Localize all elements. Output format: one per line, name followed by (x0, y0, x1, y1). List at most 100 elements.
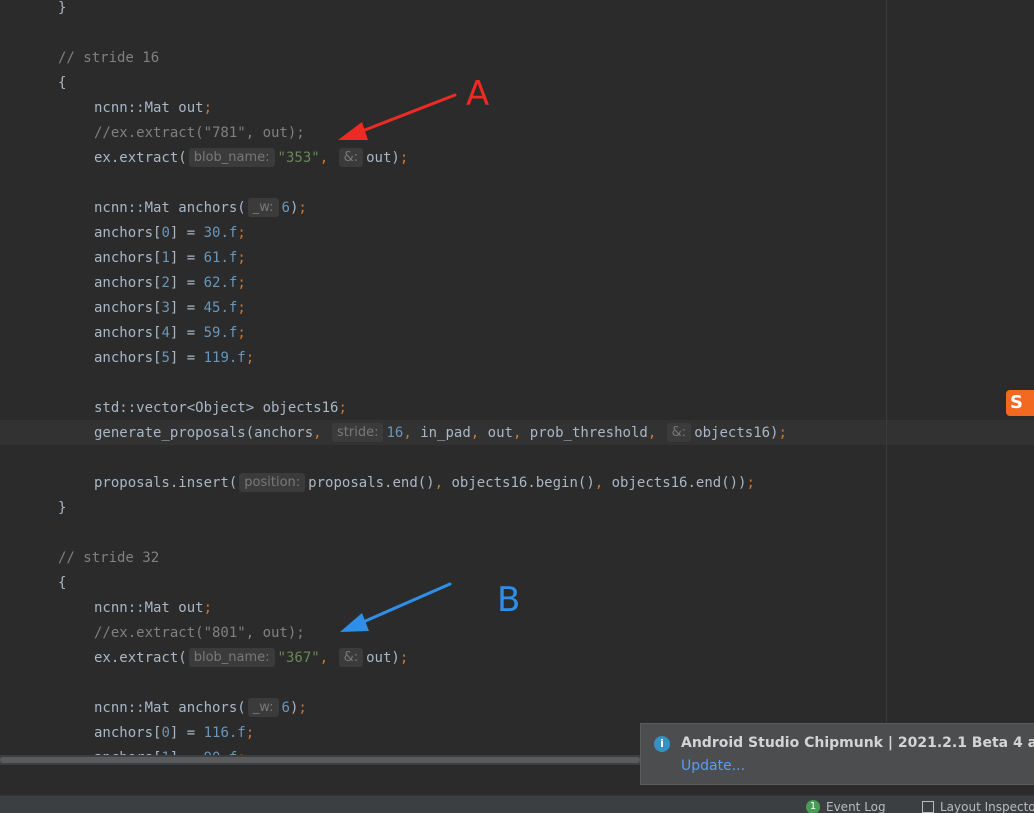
event-log-button[interactable]: 1 Event Log (806, 800, 886, 813)
parameter-hint: &: (338, 648, 364, 667)
code-token: 5 (161, 350, 170, 366)
notification-title: Android Studio Chipmunk | 2021.2.1 Beta … (681, 735, 1034, 751)
code-token: anchors[ (94, 725, 162, 741)
code-line[interactable]: generate_proposals(anchors, stride: 16, i… (94, 421, 787, 446)
code-line[interactable]: { (58, 71, 66, 96)
code-token: ncnn::Mat anchors( (94, 200, 246, 216)
code-token: //ex.extract("781", out); (94, 125, 305, 141)
code-token: ] = (169, 250, 204, 266)
code-token: anchors[ (94, 250, 162, 266)
code-token: 0 (161, 225, 170, 241)
code-token: , (434, 475, 452, 491)
code-token: ; (338, 400, 347, 416)
code-token: ] = (169, 225, 204, 241)
code-token: { (58, 575, 67, 591)
code-token: , (403, 425, 421, 441)
status-bar: 1 Event Log Layout Inspector (0, 795, 1034, 813)
code-token: 6 (281, 200, 290, 216)
code-token: ; (203, 100, 213, 116)
right-margin-guide (886, 0, 887, 755)
layout-inspector-label: Layout Inspector (940, 800, 1034, 813)
code-line[interactable]: //ex.extract("801", out); (94, 621, 305, 646)
code-line[interactable]: anchors[1] = 61.f; (94, 246, 246, 271)
code-token: , (512, 425, 530, 441)
code-token: out) (366, 150, 400, 166)
event-log-label: Event Log (826, 800, 886, 813)
code-token: ] = (169, 350, 204, 366)
code-token: "353" (277, 150, 320, 166)
info-icon: i (654, 736, 670, 752)
code-token: //ex.extract("801", out); (94, 625, 305, 641)
code-line[interactable]: // stride 32 (58, 546, 159, 571)
layout-inspector-button[interactable]: Layout Inspector (922, 800, 1034, 813)
annotation-label-a: A (466, 74, 490, 114)
code-token: { (58, 75, 67, 91)
code-line[interactable]: anchors[0] = 116.f; (94, 721, 254, 746)
code-line[interactable]: //ex.extract("781", out); (94, 121, 305, 146)
arrow-b (352, 582, 452, 628)
parameter-hint: _w: (247, 198, 279, 217)
code-token: ] = (169, 725, 204, 741)
code-line[interactable]: ncnn::Mat anchors(_w: 6); (94, 696, 307, 721)
code-line[interactable]: std::vector<Object> objects16; (94, 396, 347, 421)
code-token: prob_threshold (529, 425, 648, 441)
code-token: ; (237, 300, 246, 316)
code-token: , (319, 650, 337, 666)
arrow-a-head (338, 122, 368, 140)
code-token: 116.f (203, 725, 246, 741)
ime-sogou-icon[interactable]: S (1006, 390, 1034, 416)
code-token: ; (298, 200, 307, 216)
code-line[interactable]: anchors[5] = 119.f; (94, 346, 254, 371)
code-token: 45.f (203, 300, 238, 316)
code-token: , (470, 425, 488, 441)
code-token: ncnn::Mat out (94, 600, 204, 616)
code-token: ex.extract( (94, 150, 187, 166)
code-token: , (313, 425, 331, 441)
code-token: anchors[ (94, 225, 162, 241)
code-token: ] = (169, 325, 204, 341)
update-link[interactable]: Update... (681, 758, 745, 774)
code-token: ; (203, 600, 213, 616)
code-token: } (58, 0, 67, 16)
parameter-hint: &: (666, 423, 692, 442)
parameter-hint: blob_name: (188, 148, 275, 167)
code-line[interactable]: anchors[0] = 30.f; (94, 221, 246, 246)
code-line[interactable]: } (58, 496, 66, 521)
parameter-hint: _w: (247, 698, 279, 717)
code-line[interactable]: { (58, 571, 66, 596)
code-token: 59.f (203, 325, 238, 341)
code-line[interactable]: proposals.insert(position: proposals.end(… (94, 471, 755, 496)
code-token: objects16.begin() (451, 475, 595, 491)
code-token: , (319, 150, 337, 166)
event-log-count-badge: 1 (806, 800, 820, 813)
parameter-hint: stride: (332, 423, 384, 442)
code-token: ; (399, 150, 409, 166)
code-editor[interactable]: }// stride 16{ncnn::Mat out;//ex.extract… (0, 0, 1034, 755)
code-token: objects16) (694, 425, 779, 441)
code-token: 2 (161, 275, 170, 291)
code-token: ; (245, 350, 255, 366)
code-line[interactable]: anchors[4] = 59.f; (94, 321, 246, 346)
code-line[interactable]: ncnn::Mat anchors(_w: 6); (94, 196, 307, 221)
code-line[interactable]: ncnn::Mat out; (94, 96, 212, 121)
scrollbar-thumb[interactable] (0, 757, 640, 763)
code-line[interactable]: ex.extract(blob_name: "367", &: out); (94, 646, 408, 671)
layout-inspector-icon (922, 801, 934, 813)
code-token: ; (399, 650, 409, 666)
code-token: anchors[ (94, 300, 162, 316)
code-line[interactable]: } (58, 0, 66, 21)
code-token: anchors[ (94, 275, 162, 291)
update-notification[interactable]: i Android Studio Chipmunk | 2021.2.1 Bet… (640, 723, 1034, 785)
code-line[interactable]: anchors[3] = 45.f; (94, 296, 246, 321)
code-token: ] = (169, 275, 204, 291)
code-line[interactable]: anchors[2] = 62.f; (94, 271, 246, 296)
code-token: objects16.end()) (611, 475, 747, 491)
code-token: 61.f (203, 250, 238, 266)
code-line[interactable]: anchors[1] = 90.f; (94, 746, 246, 755)
code-token: ncnn::Mat out (94, 100, 204, 116)
code-token: ; (237, 325, 246, 341)
code-line[interactable]: ex.extract(blob_name: "353", &: out); (94, 146, 408, 171)
code-token: ex.extract( (94, 650, 187, 666)
code-line[interactable]: // stride 16 (58, 46, 159, 71)
code-line[interactable]: ncnn::Mat out; (94, 596, 212, 621)
